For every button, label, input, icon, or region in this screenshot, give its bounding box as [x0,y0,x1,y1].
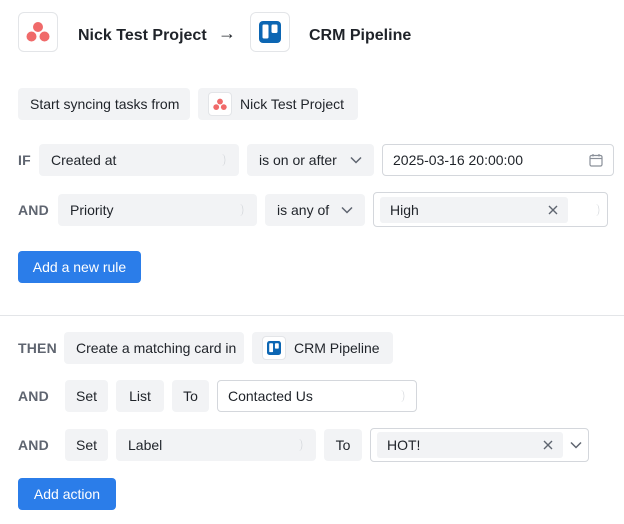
asana-logo-icon [26,22,50,42]
to-label: To [324,429,362,461]
action-keyword-and: AND [18,388,49,404]
action-create-label: Create a matching card in [64,332,244,364]
asana-app-icon [18,12,58,52]
section-divider [0,315,624,316]
close-icon[interactable] [543,440,553,450]
rule-field-select[interactable]: Priority [58,194,257,226]
value-tag: HOT! [377,432,563,458]
arrow-right-icon: → [218,23,236,43]
value-tag: High [380,196,568,223]
action-field-value: Label [128,437,163,453]
date-time-value: 2025-03-16 20:00:00 [393,152,523,168]
rule-operator-value: is any of [277,202,330,218]
add-rule-button[interactable]: Add a new rule [18,251,141,283]
resize-handle-icon [239,204,244,216]
chevron-down-icon [350,156,362,164]
to-label: To [172,380,209,412]
sync-project-select[interactable]: Nick Test Project [198,88,358,120]
action-field-select[interactable]: Label [116,429,316,461]
close-icon[interactable] [548,205,558,215]
rule-operator-select[interactable]: is any of [265,194,365,226]
set-label: Set [65,380,108,412]
rule-field-value: Created at [51,152,117,168]
resize-handle-icon [221,154,226,166]
target-board-name: CRM Pipeline [294,340,380,356]
trello-app-icon [250,12,290,52]
rule-operator-select[interactable]: is on or after [247,144,374,176]
trello-logo-icon [262,336,286,360]
calendar-icon[interactable] [589,153,603,167]
then-keyword: THEN [18,340,57,356]
trello-logo-icon [259,21,281,43]
action-field-list[interactable]: List [116,380,164,412]
chevron-down-icon[interactable] [570,441,582,449]
rule-operator-value: is on or after [259,152,337,168]
set-label: Set [65,429,108,461]
add-action-button[interactable]: Add action [18,478,116,510]
rule-field-value: Priority [70,202,114,218]
list-value: Contacted Us [228,388,313,404]
resize-handle-icon [595,203,600,216]
source-project-title: Nick Test Project [78,27,207,44]
resize-handle-icon [400,390,405,402]
tag-label: High [390,201,419,218]
target-board-select[interactable]: CRM Pipeline [252,332,393,364]
list-value-input[interactable]: Contacted Us [217,380,417,412]
tag-label: HOT! [387,437,421,453]
priority-multiselect[interactable]: High [373,192,608,227]
label-multiselect[interactable]: HOT! [370,428,589,462]
sync-project-name: Nick Test Project [240,96,344,112]
date-time-input[interactable]: 2025-03-16 20:00:00 [382,144,614,176]
target-board-title: CRM Pipeline [309,27,412,44]
rule-field-select[interactable]: Created at [39,144,239,176]
chevron-down-icon [341,206,353,214]
action-keyword-and: AND [18,437,49,453]
sync-label: Start syncing tasks from [18,88,190,120]
rule-keyword-if: IF [18,152,31,168]
rule-keyword-and: AND [18,202,49,218]
resize-handle-icon [298,439,303,451]
asana-logo-icon [208,92,232,116]
